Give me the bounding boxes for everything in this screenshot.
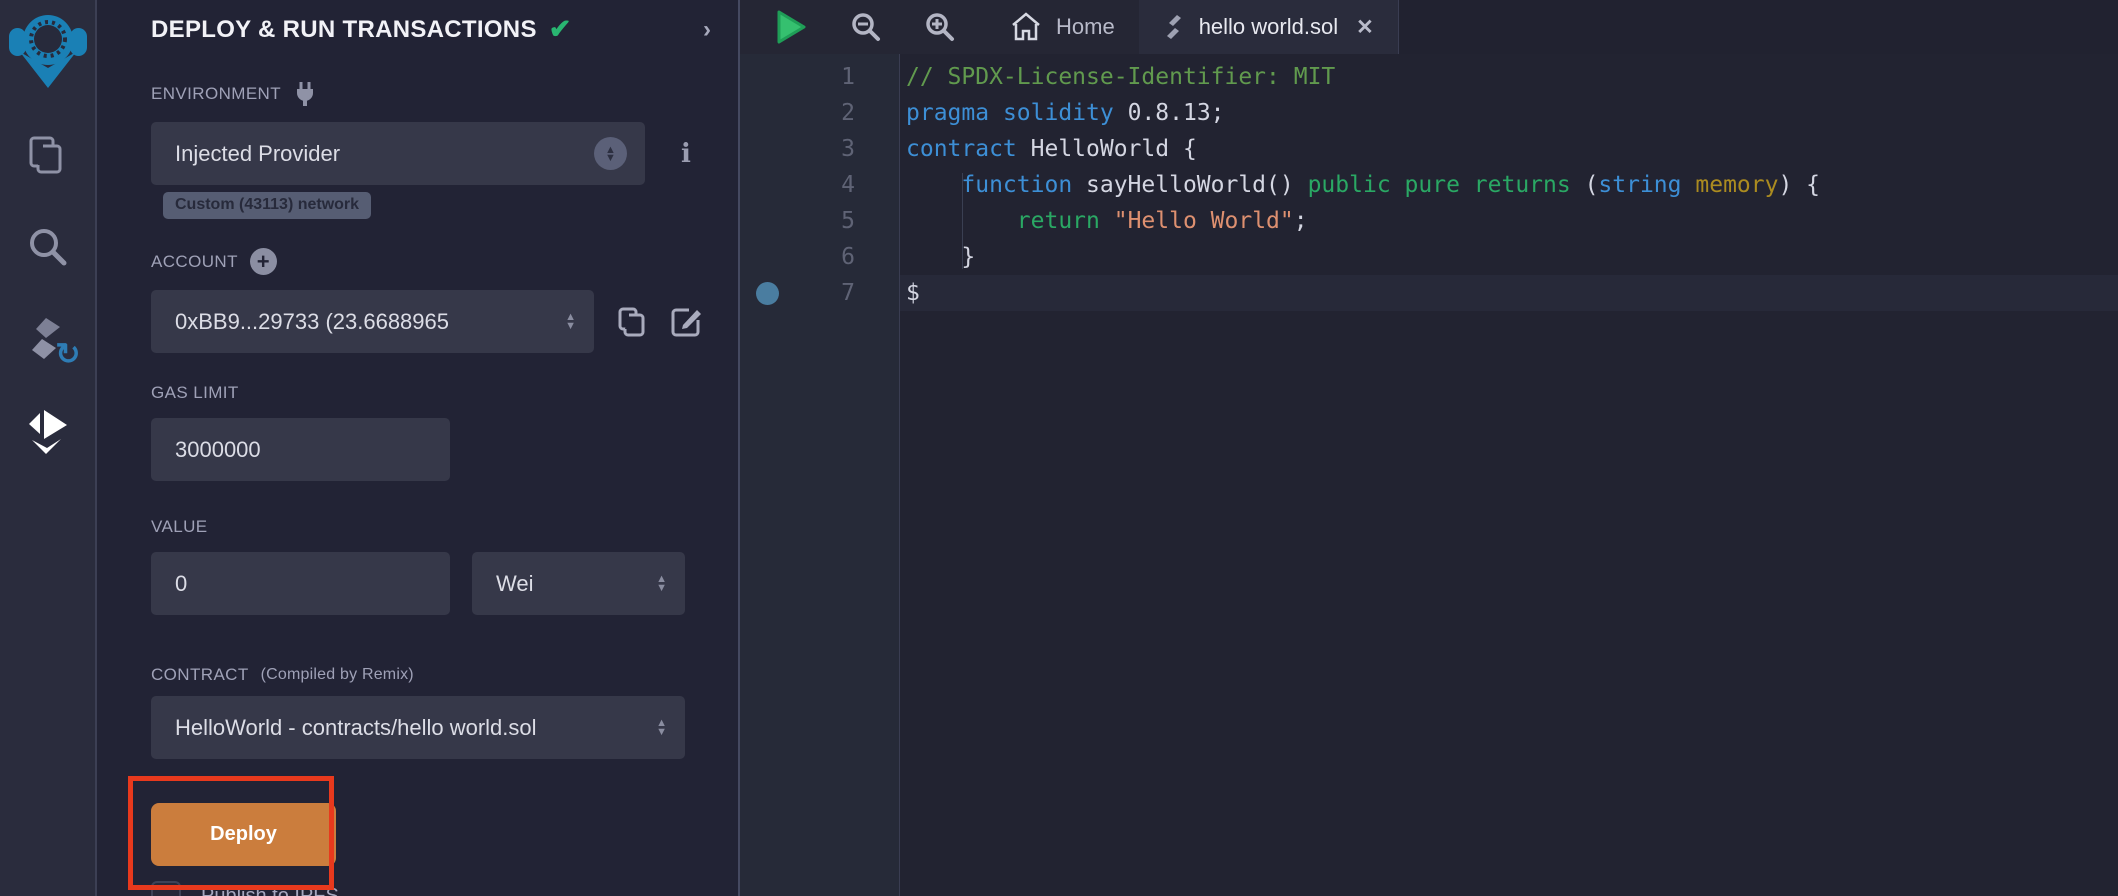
code-line[interactable]: contract HelloWorld { <box>906 131 2118 167</box>
code-editor[interactable]: 1234567 // SPDX-License-Identifier: MITp… <box>740 54 2118 896</box>
line-number[interactable]: 4 <box>740 167 899 203</box>
value-label: VALUE <box>151 517 738 537</box>
chevron-right-icon[interactable]: › <box>703 16 711 44</box>
editor-gutter: 1234567 <box>740 54 900 896</box>
editor-region: Home hello world.sol ✕ 1234567 // SPDX-L… <box>740 0 2118 896</box>
panel-title: DEPLOY & RUN TRANSACTIONS <box>151 16 537 44</box>
line-number[interactable]: 5 <box>740 203 899 239</box>
deploy-and-run-icon[interactable] <box>25 408 71 454</box>
network-badge: Custom (43113) network <box>163 192 371 219</box>
search-icon[interactable] <box>25 224 71 270</box>
solidity-file-icon <box>1163 14 1185 40</box>
info-icon[interactable]: i <box>681 139 691 169</box>
code-line[interactable]: $ <box>906 275 2118 311</box>
account-select[interactable]: 0xBB9...29733 (23.6688965 ▲▼ <box>151 290 594 353</box>
copy-account-icon[interactable] <box>617 306 647 338</box>
line-number[interactable]: 6 <box>740 239 899 275</box>
contract-label: CONTRACT (Compiled by Remix) <box>151 665 738 685</box>
activity-bar: ↻ <box>0 0 97 896</box>
code-line[interactable]: // SPDX-License-Identifier: MIT <box>906 59 2118 95</box>
select-caret-icon: ▲▼ <box>648 719 667 737</box>
contract-note: (Compiled by Remix) <box>261 666 414 684</box>
value-input[interactable]: 0 <box>151 552 450 615</box>
environment-label: ENVIRONMENT <box>151 81 738 107</box>
code-line[interactable]: } <box>906 239 2118 275</box>
code-line[interactable]: return "Hello World"; <box>906 203 2118 239</box>
zoom-in-icon[interactable] <box>924 11 956 43</box>
environment-select[interactable]: Injected Provider ▲▼ <box>151 122 645 185</box>
editor-topbar: Home hello world.sol ✕ <box>740 0 2118 54</box>
line-number[interactable]: 3 <box>740 131 899 167</box>
deploy-button[interactable]: Deploy <box>151 803 336 866</box>
select-caret-icon: ▲▼ <box>648 575 667 593</box>
close-tab-icon[interactable]: ✕ <box>1356 15 1374 40</box>
code-line[interactable]: function sayHelloWorld() public pure ret… <box>906 167 2118 203</box>
add-account-icon[interactable]: + <box>250 248 277 275</box>
tab-home-label: Home <box>1056 14 1115 40</box>
tabbar-empty-space <box>1399 0 2118 54</box>
contract-select[interactable]: HelloWorld - contracts/hello world.sol ▲… <box>151 696 685 759</box>
zoom-out-icon[interactable] <box>850 11 882 43</box>
tab-home[interactable]: Home <box>986 0 1139 54</box>
home-icon <box>1010 12 1042 42</box>
publish-ipfs-checkbox[interactable] <box>151 881 181 896</box>
compiler-refresh-icon: ↻ <box>55 340 80 370</box>
account-label: ACCOUNT + <box>151 248 738 275</box>
breakpoint-dot[interactable] <box>756 282 779 305</box>
select-caret-icon: ▲▼ <box>557 313 576 331</box>
tab-hello-world-sol[interactable]: hello world.sol ✕ <box>1139 0 1399 54</box>
publish-ipfs-label: Publish to IPFS <box>201 885 339 896</box>
run-script-icon[interactable] <box>774 9 808 45</box>
solidity-compiler-icon[interactable]: ↻ <box>25 316 71 362</box>
gas-limit-label: GAS LIMIT <box>151 383 738 403</box>
plug-icon <box>293 81 317 107</box>
gas-limit-input[interactable]: 3000000 <box>151 418 450 481</box>
line-number[interactable]: 2 <box>740 95 899 131</box>
edit-account-icon[interactable] <box>670 306 702 338</box>
code-line[interactable]: pragma solidity 0.8.13; <box>906 95 2118 131</box>
remix-logo-icon[interactable] <box>8 6 88 90</box>
tab-file-label: hello world.sol <box>1199 14 1338 40</box>
panel-header: DEPLOY & RUN TRANSACTIONS ✔ › <box>151 14 711 45</box>
deploy-run-panel: DEPLOY & RUN TRANSACTIONS ✔ › ENVIRONMEN… <box>97 0 740 896</box>
check-icon: ✔ <box>549 14 572 45</box>
code-area[interactable]: // SPDX-License-Identifier: MITpragma so… <box>900 54 2118 896</box>
file-explorer-icon[interactable] <box>25 132 71 178</box>
value-unit-select[interactable]: Wei ▲▼ <box>472 552 685 615</box>
select-caret-icon: ▲▼ <box>594 137 627 170</box>
line-number[interactable]: 1 <box>740 59 899 95</box>
